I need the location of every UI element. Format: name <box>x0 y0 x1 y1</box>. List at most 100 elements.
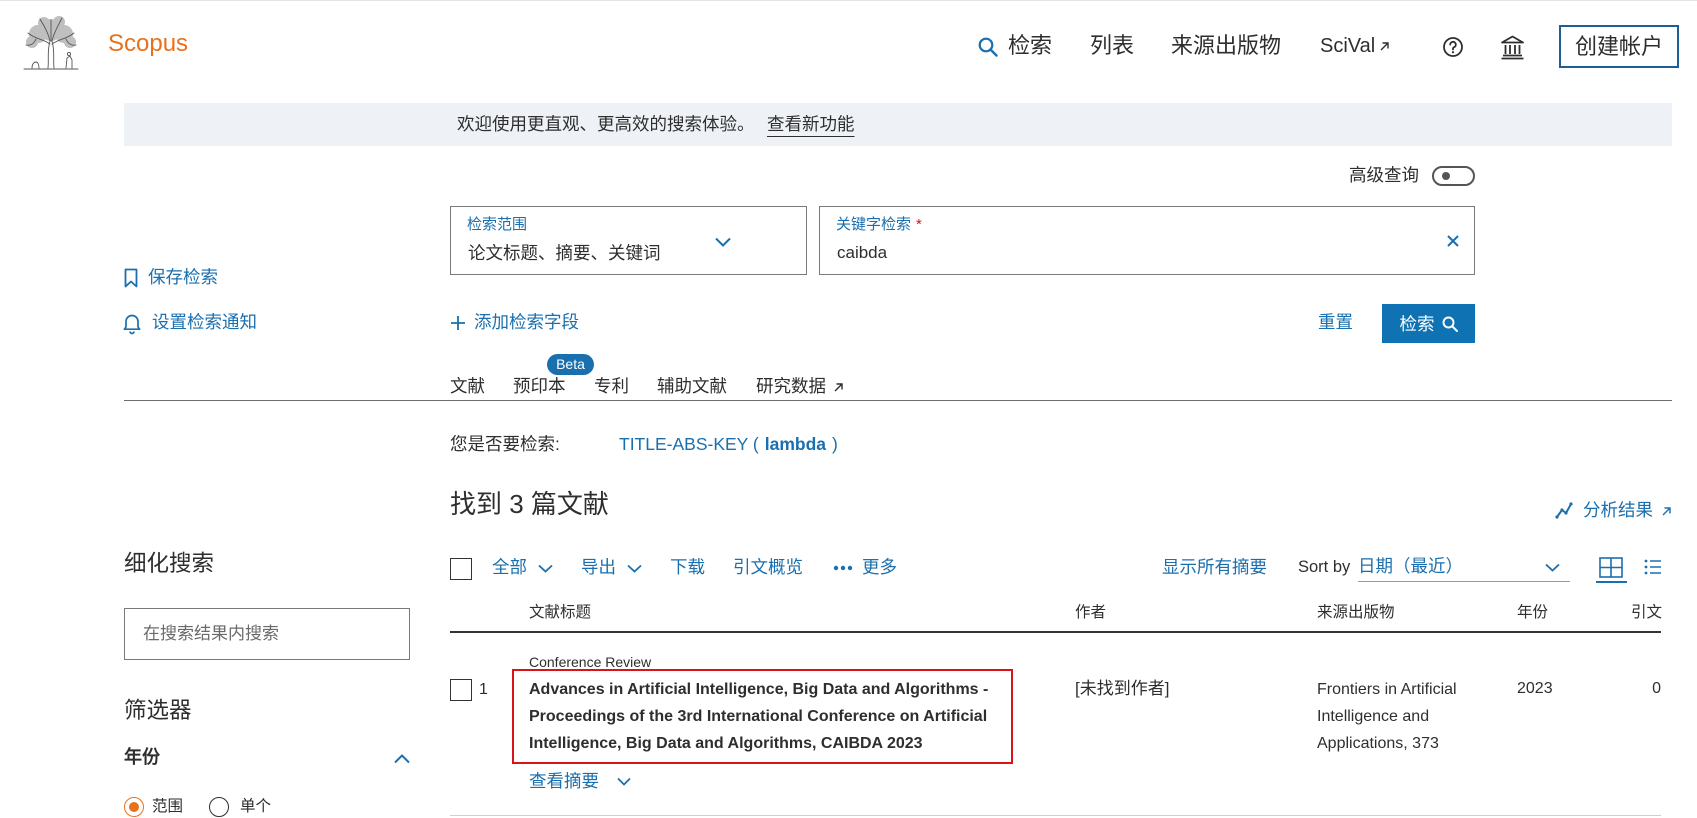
nav-sources[interactable]: 来源出版物 <box>1171 31 1281 61</box>
column-header-citations: 引文 <box>1631 604 1663 621</box>
select-all-dropdown[interactable]: 全部 <box>492 555 527 579</box>
search-button-label: 检索 <box>1399 314 1435 334</box>
bell-icon[interactable] <box>123 312 141 335</box>
chevron-down-icon[interactable] <box>617 777 631 786</box>
chevron-down-icon[interactable] <box>627 564 642 573</box>
external-link-icon <box>1661 506 1672 517</box>
grid-view-icon[interactable] <box>1599 557 1623 578</box>
tabs-divider <box>124 400 1672 401</box>
more-actions-button[interactable]: 更多 <box>862 555 897 579</box>
citations-cell: 0 <box>1652 680 1661 697</box>
source-line: Frontiers in Artificial <box>1317 681 1457 698</box>
beta-badge: Beta <box>547 354 594 375</box>
year-range-label[interactable]: 范围 <box>152 796 183 818</box>
row-index: 1 <box>479 681 488 698</box>
column-header-title: 文献标题 <box>529 604 592 621</box>
column-header-authors: 作者 <box>1075 604 1107 621</box>
advanced-query-label[interactable]: 高级查询 <box>1349 163 1419 187</box>
external-link-icon <box>1379 41 1390 52</box>
highlight-box <box>512 669 1013 764</box>
help-icon[interactable] <box>1442 36 1464 58</box>
required-mark: * <box>916 216 922 233</box>
chevron-down-icon <box>1545 563 1560 572</box>
elsevier-logo[interactable] <box>20 14 82 72</box>
year-range-radio[interactable] <box>124 797 144 817</box>
search-icon[interactable] <box>978 37 998 57</box>
did-you-mean-query-link[interactable]: TITLE-ABS-KEY ( lambda ) <box>619 432 838 456</box>
year-single-label[interactable]: 单个 <box>240 796 271 818</box>
refine-search-title: 细化搜索 <box>124 551 215 576</box>
add-search-field-link[interactable]: 添加检索字段 <box>474 310 579 334</box>
table-header-divider <box>450 631 1661 633</box>
banner-text: 欢迎使用更直观、更高效的搜索体验。 <box>457 114 755 134</box>
search-scope-label: 检索范围 <box>467 216 528 233</box>
tab-research-data[interactable]: 研究数据 <box>756 374 826 398</box>
external-link-icon <box>833 382 844 393</box>
top-rule <box>0 0 1697 1</box>
show-all-abstracts-button[interactable]: 显示所有摘要 <box>1162 555 1267 579</box>
authors-cell: [未找到作者] <box>1075 679 1170 698</box>
query-prefix: TITLE-ABS-KEY ( <box>619 434 759 454</box>
nav-search[interactable]: 检索 <box>1008 31 1052 61</box>
keyword-label: 关键字检索 * <box>836 216 922 233</box>
sort-select-value: 日期（最近） <box>1358 556 1463 576</box>
source-line: Intelligence and <box>1317 708 1430 725</box>
query-term: lambda <box>764 434 826 454</box>
chevron-down-icon[interactable] <box>715 237 731 247</box>
announcement-banner <box>124 103 1672 146</box>
search-icon <box>1442 316 1458 332</box>
set-alert-link[interactable]: 设置检索通知 <box>152 310 257 334</box>
bookmark-icon[interactable] <box>124 268 138 288</box>
search-button[interactable]: 检索 <box>1382 304 1475 343</box>
source-cell: Frontiers in Artificial Intelligence and… <box>1317 676 1457 757</box>
row-divider <box>450 815 1661 816</box>
year-cell: 2023 <box>1517 680 1553 697</box>
results-count: 找到 3 篇文献 <box>450 489 609 519</box>
list-view-icon[interactable] <box>1644 559 1662 575</box>
tab-preprints[interactable]: 预印本 <box>513 374 566 398</box>
more-dots-icon[interactable] <box>833 565 853 571</box>
did-you-mean-label: 您是否要检索: <box>450 434 560 454</box>
year-single-radio[interactable] <box>209 797 229 817</box>
reset-button[interactable]: 重置 <box>1318 310 1353 334</box>
nav-lists[interactable]: 列表 <box>1090 31 1134 61</box>
tab-documents[interactable]: 文献 <box>450 374 485 398</box>
query-suffix: ) <box>832 434 838 454</box>
export-dropdown[interactable]: 导出 <box>581 555 616 579</box>
close-icon[interactable] <box>1446 234 1460 248</box>
scopus-search-results-page: Scopus 检索 列表 来源出版物 SciVal 创建帐户 欢迎使用更直观、更… <box>0 0 1697 818</box>
toggle-knob <box>1442 172 1450 180</box>
row-checkbox[interactable] <box>450 679 472 701</box>
sort-select[interactable]: 日期（最近） <box>1358 552 1570 582</box>
view-abstract-link[interactable]: 查看摘要 <box>529 769 599 793</box>
advanced-query-toggle[interactable] <box>1432 166 1475 186</box>
source-line: Applications, 373 <box>1317 735 1439 752</box>
column-header-year: 年份 <box>1517 604 1549 621</box>
institution-icon[interactable] <box>1500 34 1525 60</box>
tab-patents[interactable]: 专利 <box>594 374 629 398</box>
select-all-checkbox[interactable] <box>450 558 472 580</box>
download-button[interactable]: 下载 <box>670 555 705 579</box>
plus-icon[interactable] <box>450 315 466 331</box>
tab-secondary-documents[interactable]: 辅助文献 <box>657 374 727 398</box>
search-within-results-input[interactable] <box>124 608 410 660</box>
active-view-indicator <box>1596 581 1627 583</box>
year-filter-label[interactable]: 年份 <box>124 745 160 769</box>
search-scope-select[interactable]: 检索范围 论文标题、摘要、关键词 <box>450 206 807 275</box>
keyword-search-field[interactable]: 关键字检索 * <box>819 206 1475 275</box>
search-scope-value: 论文标题、摘要、关键词 <box>468 243 661 263</box>
filters-title: 筛选器 <box>124 698 192 723</box>
analyze-results-link[interactable]: 分析结果 <box>1583 498 1653 522</box>
line-chart-icon[interactable] <box>1555 501 1573 519</box>
scopus-brand-link[interactable]: Scopus <box>108 30 188 58</box>
chevron-down-icon[interactable] <box>538 564 553 573</box>
whats-new-link[interactable]: 查看新功能 <box>767 103 855 146</box>
save-search-link[interactable]: 保存检索 <box>148 265 218 289</box>
nav-scival[interactable]: SciVal <box>1320 31 1375 61</box>
create-account-button[interactable]: 创建帐户 <box>1559 25 1679 68</box>
sort-by-label: Sort by <box>1298 558 1351 576</box>
chevron-up-icon[interactable] <box>394 754 410 764</box>
column-header-source: 来源出版物 <box>1317 604 1395 621</box>
citation-overview-button[interactable]: 引文概览 <box>733 555 803 579</box>
keyword-input[interactable] <box>837 241 1397 265</box>
